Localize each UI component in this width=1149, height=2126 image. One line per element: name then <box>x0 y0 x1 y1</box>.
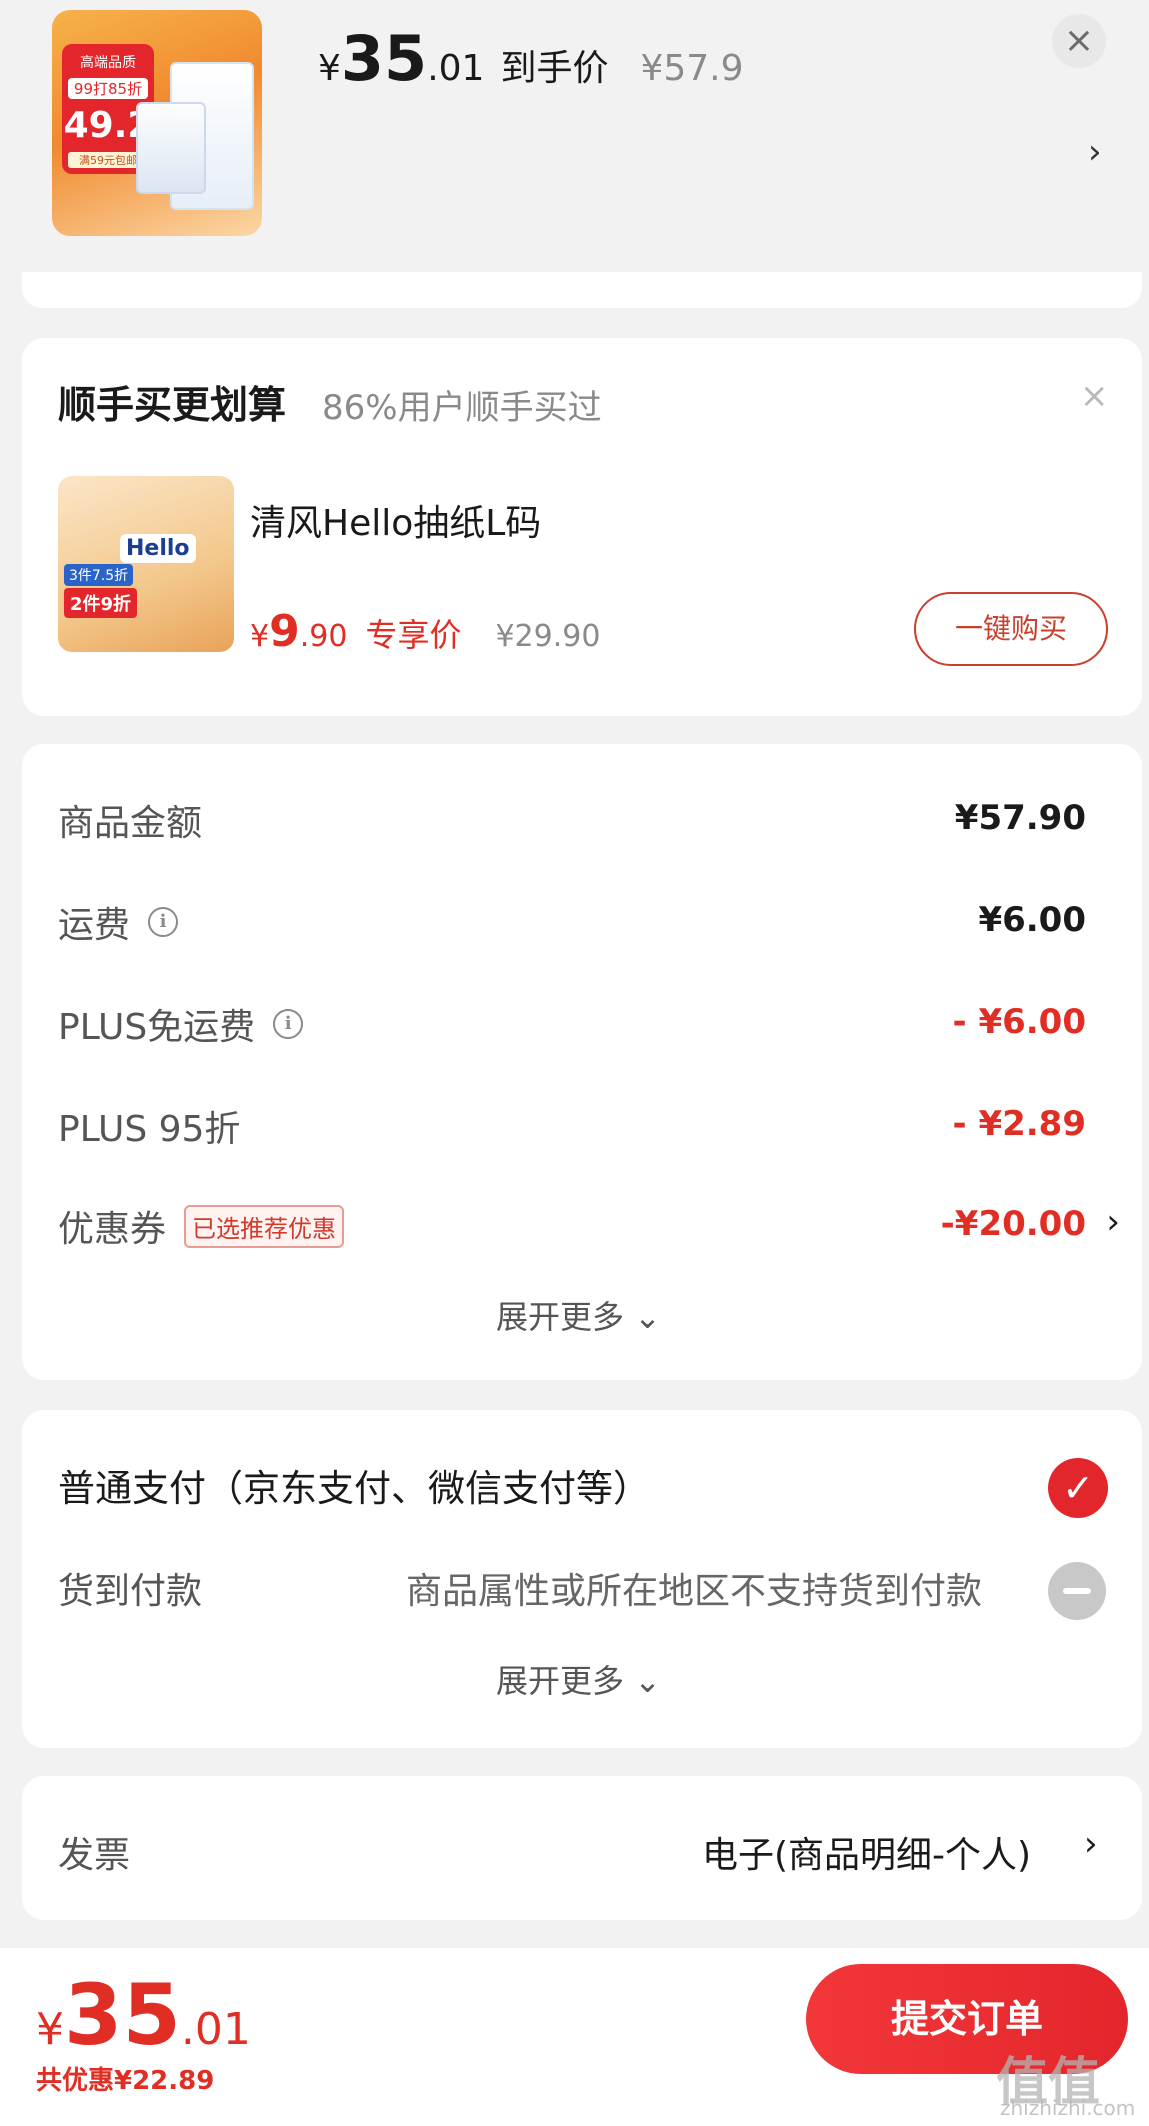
address-card-bottom <box>22 272 1142 308</box>
invoice-value: 电子(商品明细-个人) <box>702 1835 1032 1876</box>
image-brand-label: Hello <box>120 534 196 563</box>
checkout-bar: ¥ 35 .01 共优惠¥22.89 提交订单 <box>0 1948 1149 2126</box>
original-price: ¥57.9 <box>640 48 744 89</box>
chevron-right-icon[interactable]: › <box>1084 1824 1098 1864</box>
price-decimal: .01 <box>180 2004 251 2055</box>
price-decimal: .01 <box>427 48 485 89</box>
amount-label: 商品金额 <box>58 803 203 844</box>
info-icon[interactable]: i <box>273 1009 304 1039</box>
amount-label: PLUS 95折 <box>58 1109 241 1150</box>
check-icon[interactable]: ✓ <box>1048 1458 1108 1518</box>
amount-label: 优惠券 <box>58 1209 167 1250</box>
amount-row-plus-shipping: PLUS免运费 i - ¥6.00 <box>58 992 1086 1052</box>
chevron-right-icon[interactable]: › <box>1088 132 1102 172</box>
product-thumbnail[interactable]: 高端品质 99打85折 49.2 满59元包邮 <box>52 10 262 236</box>
cod-unavailable-note: 商品属性或所在地区不支持货到付款 <box>406 1571 983 1612</box>
amount-value: ¥6.00 <box>978 900 1086 940</box>
price-integer: 9 <box>269 606 300 657</box>
amount-value: - ¥6.00 <box>952 1002 1087 1042</box>
recommend-subtitle: 86%用户顺手买过 <box>322 388 602 428</box>
amount-value: ¥57.90 <box>954 798 1086 838</box>
amount-label: 运费 <box>58 905 131 946</box>
recommend-product-image[interactable]: 3件7.5折 Hello 2件9折 <box>58 476 234 652</box>
invoice-label: 发票 <box>58 1835 131 1876</box>
expand-more-button[interactable]: 展开更多 ⌄ <box>496 1292 661 1338</box>
info-icon[interactable]: i <box>148 907 179 937</box>
amount-value: - ¥2.89 <box>952 1104 1087 1144</box>
recommend-card: 顺手买更划算 86%用户顺手买过 × 3件7.5折 Hello 2件9折 清风H… <box>22 338 1142 716</box>
chevron-right-icon[interactable]: › <box>1106 1202 1120 1242</box>
coupon-badge: 已选推荐优惠 <box>184 1204 345 1248</box>
price-currency: ¥ <box>250 619 270 654</box>
top-price-row: ¥ 35 .01 到手价 ¥57.9 <box>318 22 744 95</box>
recommend-product-name[interactable]: 清风Hello抽纸L码 <box>250 494 541 546</box>
price-integer: 35 <box>340 22 428 95</box>
promo-badge-title: 高端品质 <box>80 55 136 71</box>
close-icon[interactable]: × <box>1080 376 1109 416</box>
cod-label: 货到付款 <box>58 1571 203 1612</box>
price-currency: ¥ <box>36 2004 64 2055</box>
milk-box-image <box>136 102 206 194</box>
normal-payment-option[interactable]: 普通支付（京东支付、微信支付等） <box>58 1458 650 1512</box>
payment-card: 普通支付（京东支付、微信支付等） ✓ 货到付款 商品属性或所在地区不支持货到付款… <box>22 1410 1142 1748</box>
promo-badge-promo: 99打85折 <box>68 78 148 99</box>
image-tag-secondary: 3件7.5折 <box>64 564 134 586</box>
price-integer: 35 <box>64 1966 181 2064</box>
invoice-card[interactable]: 发票 电子(商品明细-个人) › <box>22 1776 1142 1920</box>
disabled-icon <box>1048 1562 1106 1620</box>
amount-row-goods: 商品金额 ¥57.90 <box>58 788 1086 848</box>
expand-more-button[interactable]: 展开更多 ⌄ <box>496 1656 661 1702</box>
amount-card: 商品金额 ¥57.90 运费 i ¥6.00 PLUS免运费 i - ¥6.00… <box>22 744 1142 1380</box>
amount-label: PLUS免运费 <box>58 1007 256 1048</box>
original-price: ¥29.90 <box>495 619 601 654</box>
price-decimal: .90 <box>299 619 348 654</box>
exclusive-price-tag: 专享价 <box>365 616 462 654</box>
close-icon[interactable]: × <box>1052 14 1106 68</box>
amount-row-plus-discount: PLUS 95折 - ¥2.89 <box>58 1094 1086 1154</box>
total-price: ¥ 35 .01 <box>36 1966 251 2064</box>
price-label: 到手价 <box>500 48 609 89</box>
recommend-title: 顺手买更划算 <box>58 383 287 427</box>
image-promo-tag: 2件9折 <box>64 588 138 618</box>
amount-value: -¥20.00 <box>940 1204 1086 1244</box>
one-click-buy-button[interactable]: 一键购买 <box>914 592 1108 666</box>
watermark-url: zhizhizhi.com <box>1000 2096 1136 2120</box>
amount-row-shipping: 运费 i ¥6.00 <box>58 890 1086 950</box>
total-discount: 共优惠¥22.89 <box>36 2066 215 2096</box>
price-currency: ¥ <box>318 48 341 89</box>
amount-row-coupon[interactable]: 优惠券 已选推荐优惠 -¥20.00 › <box>58 1194 1120 1254</box>
recommend-price: ¥ 9 .90 专享价 ¥29.90 <box>250 606 600 657</box>
